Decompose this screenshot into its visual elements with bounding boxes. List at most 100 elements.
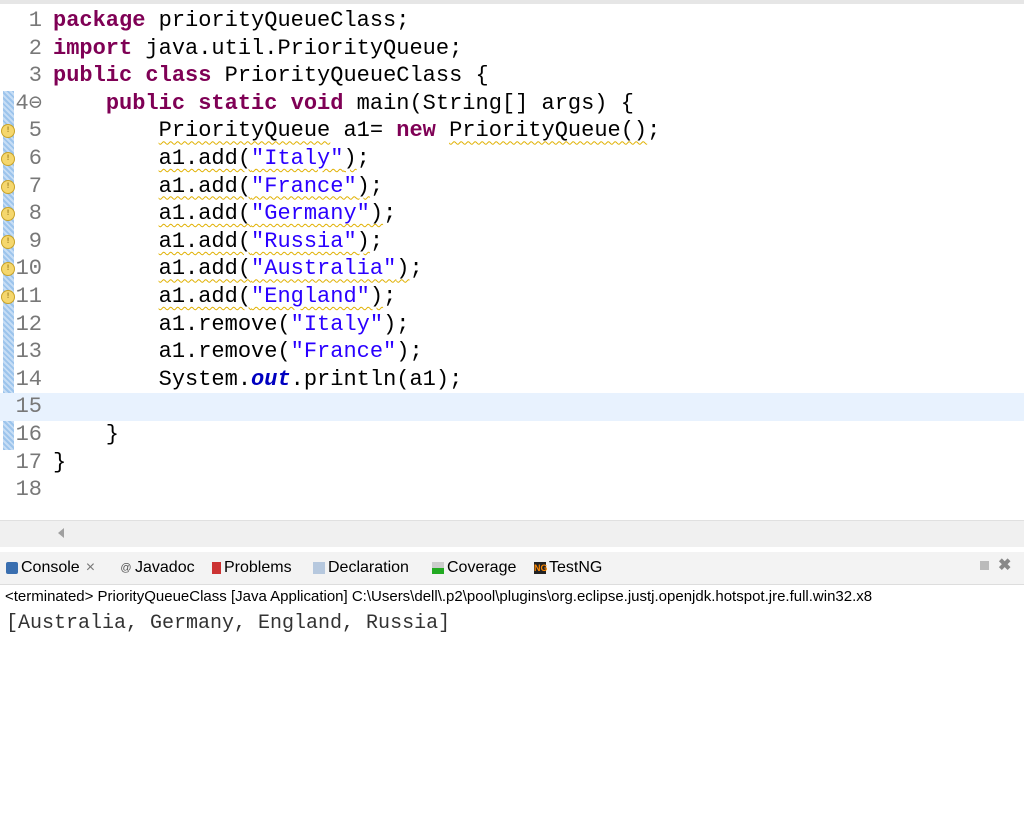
code-token: ; [356,146,370,171]
line-number: 8 [28,201,42,227]
tab-javadoc[interactable]: @ Javadoc [120,559,195,577]
tab-label: Coverage [447,559,517,576]
code-token: ; [647,118,661,144]
code-token: PriorityQueueClass { [211,63,489,89]
line-number: 2 [28,35,42,61]
terminate-icon[interactable] [980,561,989,570]
console-status: <terminated> PriorityQueueClass [Java Ap… [5,588,873,605]
warning-icon[interactable]: ! [1,262,15,277]
code-token: ; [369,228,384,254]
code-text: a1.add("Australia"); [53,255,423,283]
code-token: static [198,90,278,116]
warning-icon[interactable]: ! [1,234,15,249]
console-icon [6,562,18,574]
code-text: public class PriorityQueueClass { [53,62,489,90]
code-text: a1.add("England"); [53,283,397,311]
code-token: a1.add( [158,146,252,171]
code-token: ; [383,284,397,309]
code-token: .println(a1); [290,366,463,392]
code-line[interactable]: 18 [0,476,1024,504]
remove-launch-icon[interactable]: ✖ [998,555,1011,575]
line-number: 12 [15,311,42,337]
code-token: priorityQueueClass; [145,8,410,33]
code-token: a1.add( [158,228,252,254]
warning-icon[interactable]: ! [1,124,15,139]
code-line[interactable]: 14 System.out.println(a1); [0,366,1024,394]
code-token: ); [383,311,410,337]
line-number: 15 [15,394,42,420]
code-token: ; [369,173,384,199]
code-line[interactable]: 4⊖ public static void main(String[] args… [0,90,1024,118]
warning-icon[interactable]: ! [1,207,15,222]
tab-label: Javadoc [135,559,195,576]
code-token: "Russia" [251,228,357,254]
tab-console[interactable]: Console × [6,559,95,577]
line-number: 3 [28,63,42,89]
line-number: 7 [28,173,42,199]
horizontal-scrollbar[interactable] [0,520,1024,547]
code-token: "France" [290,339,397,365]
warning-icon[interactable]: ! [1,290,15,304]
code-line[interactable]: 9! a1.add("Russia"); [0,228,1024,256]
code-line[interactable]: 17} [0,449,1024,477]
code-line[interactable]: 11! a1.add("England"); [0,283,1024,311]
code-line[interactable]: 15 [0,393,1024,421]
code-token: public [105,90,186,116]
console-output[interactable]: [Australia, Germany, England, Russia] [6,612,450,635]
declaration-icon [313,562,325,574]
code-line[interactable]: 5! PriorityQueue a1= new PriorityQueue()… [0,117,1024,145]
code-line[interactable]: 10! a1.add("Australia"); [0,255,1024,283]
code-text: } [53,421,119,449]
code-token: a1.remove( [53,311,291,337]
code-line[interactable]: 2 import java.util.PriorityQueue; [0,35,1024,63]
code-text: a1.remove("France"); [53,338,423,366]
code-line[interactable]: 7! a1.add("France"); [0,173,1024,201]
code-token: new [396,118,436,144]
code-text: import java.util.PriorityQueue; [53,35,462,63]
tab-declaration[interactable]: Declaration [313,559,409,577]
code-line[interactable]: 12 a1.remove("Italy"); [0,311,1024,339]
code-editor[interactable]: 1 package priorityQueueClass; 2 import java… [0,0,1024,520]
line-number: 6 [28,146,42,171]
problems-icon [212,562,221,574]
code-line[interactable]: 16 } [0,421,1024,449]
coverage-icon [432,562,444,574]
tab-label: Declaration [328,559,409,576]
code-token: } [53,449,67,475]
tab-coverage[interactable]: Coverage [432,559,516,577]
scroll-left-icon[interactable] [58,528,64,538]
code-text: public static void main(String[] args) { [53,90,634,118]
code-text: a1.add("France"); [53,173,383,201]
tab-label: Console [21,559,80,576]
code-line[interactable]: 8! a1.add("Germany"); [0,200,1024,228]
code-line[interactable]: 13 a1.remove("France"); [0,338,1024,366]
code-text: System.out.println(a1); [53,366,463,394]
line-number: 11 [15,284,42,309]
code-token: ; [409,256,423,282]
console-tab-bar: Console × @ Javadoc Problems Declaration C… [0,552,1024,585]
testng-icon: NG [534,562,548,574]
code-line[interactable]: 6! a1.add("Italy"); [0,145,1024,173]
line-number: 1 [28,8,42,33]
close-icon[interactable]: × [86,559,95,577]
warning-icon[interactable]: ! [1,152,15,166]
code-line[interactable]: 3 public class PriorityQueueClass { [0,62,1024,90]
tab-problems[interactable]: Problems [212,559,292,577]
code-token: a1= [330,118,397,144]
line-number: 17 [15,449,42,475]
code-line[interactable]: 1 package priorityQueueClass; [0,7,1024,35]
code-token: "France" [251,173,357,199]
code-token: PriorityQueue() [449,118,648,144]
tab-testng[interactable]: NG TestNG [534,559,602,577]
warning-icon[interactable]: ! [1,179,15,194]
javadoc-icon: @ [120,562,132,574]
code-token: ); [396,339,423,365]
